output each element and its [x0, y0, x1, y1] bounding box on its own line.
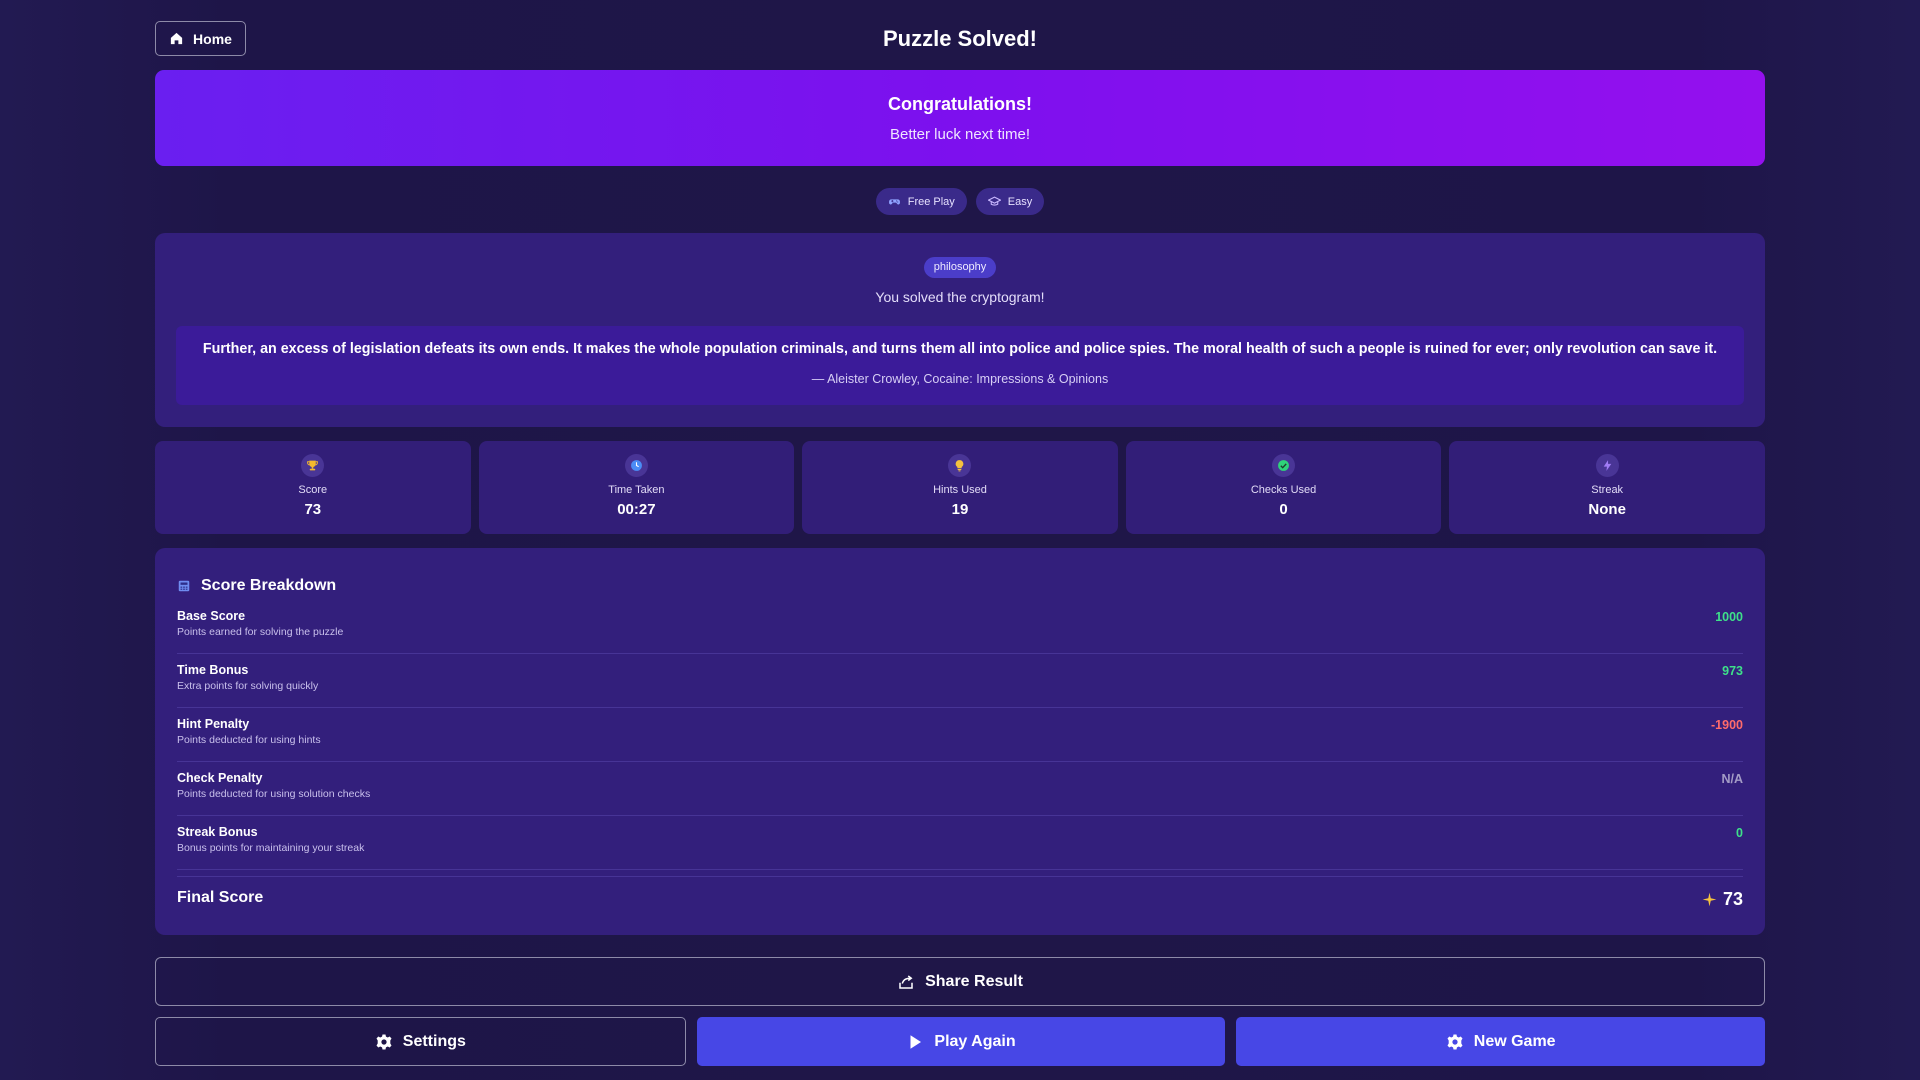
breakdown-row-amount: N/A [1721, 772, 1743, 786]
breakdown-row-amount: 0 [1736, 826, 1743, 840]
share-icon [899, 974, 913, 989]
breakdown-row-desc: Points earned for solving the puzzle [177, 626, 344, 638]
quote-box: Further, an excess of legislation defeat… [176, 326, 1744, 405]
game-chips: Free Play Easy [155, 188, 1765, 216]
breakdown-row-desc: Points deducted for using hints [177, 734, 321, 746]
breakdown-row-amount: 1000 [1715, 610, 1743, 624]
action-buttons: Settings Play Again New Game [155, 1017, 1766, 1066]
stat-streak: Streak None [1449, 441, 1765, 534]
clock-icon [630, 460, 642, 471]
breakdown-row-amount: -1900 [1711, 718, 1743, 732]
stat-checks-label: Checks Used [1250, 484, 1317, 496]
stat-time-value: 00:27 [617, 501, 656, 518]
stat-hints-label: Hints Used [933, 484, 987, 496]
gear-icon [376, 1034, 392, 1049]
banner-heading: Congratulations! [888, 94, 1032, 114]
breakdown-row-desc: Points deducted for using solution check… [177, 788, 371, 800]
share-result-label: Share Result [925, 972, 1023, 990]
play-again-label: Play Again [934, 1032, 1016, 1050]
breakdown-row-name: Check Penalty [177, 771, 263, 785]
top-bar: Home Puzzle Solved! [155, 0, 1765, 70]
gear-icon [1447, 1034, 1463, 1049]
new-game-label: New Game [1473, 1032, 1556, 1050]
breakdown-row-amount: 973 [1722, 664, 1743, 678]
quote-text: Further, an excess of legislation defeat… [202, 341, 1718, 357]
stat-checks: Checks Used 0 [1125, 441, 1442, 534]
breakdown-row-name: Streak Bonus [177, 825, 258, 839]
final-score: 73 [1702, 889, 1743, 910]
lightbulb-icon [956, 460, 964, 472]
stat-streak-value: None [1588, 501, 1626, 518]
trophy-icon [307, 460, 319, 471]
gamepad-icon [888, 199, 900, 205]
breakdown-title: Score Breakdown [201, 577, 337, 594]
breakdown-row: Hint Penalty Points deducted for using h… [177, 708, 1743, 762]
breakdown-row-name: Base Score [177, 609, 246, 623]
stat-streak-label: Streak [1591, 484, 1624, 496]
final-score-value: 73 [1722, 889, 1743, 909]
stat-hints: Hints Used 19 [802, 441, 1118, 534]
breakdown-row-name: Time Bonus [177, 663, 249, 677]
page-title: Puzzle Solved! [882, 26, 1038, 51]
lightning-icon [1603, 460, 1611, 471]
settings-button[interactable]: Settings [155, 1017, 686, 1066]
share-result-button[interactable]: Share Result [155, 957, 1765, 1006]
breakdown-row: Base Score Points earned for solving the… [177, 600, 1743, 654]
quote-card: philosophy You solved the cryptogram! Fu… [155, 233, 1765, 427]
play-again-button[interactable]: Play Again [696, 1017, 1226, 1066]
stat-time: Time Taken 00:27 [478, 441, 795, 534]
stat-score-label: Score [298, 484, 328, 496]
graduation-cap-icon [987, 196, 1001, 206]
score-breakdown: Score Breakdown Base Score Points earned… [155, 548, 1765, 935]
breakdown-row-desc: Extra points for solving quickly [177, 680, 319, 692]
stats-row: Score 73 Time Taken 00:27 Hints Used 19 … [155, 441, 1765, 534]
calculator-icon [178, 580, 190, 592]
breakdown-row: Check Penalty Points deducted for using … [177, 762, 1743, 816]
play-icon [910, 1034, 922, 1049]
new-game-button[interactable]: New Game [1236, 1017, 1766, 1066]
quote-attribution: — Aleister Crowley, Cocaine: Impressions… [811, 372, 1109, 386]
stat-score: Score 73 [155, 441, 471, 534]
banner-subtext: Better luck next time! [889, 126, 1031, 143]
breakdown-row: Time Bonus Extra points for solving quic… [177, 654, 1743, 708]
stat-hints-value: 19 [951, 501, 969, 518]
breakdown-row: Streak Bonus Bonus points for maintainin… [177, 816, 1743, 870]
solved-message: You solved the cryptogram! [875, 289, 1045, 305]
category-tag: philosophy [923, 257, 997, 278]
stat-checks-value: 0 [1279, 501, 1288, 518]
stat-time-label: Time Taken [608, 484, 665, 496]
sparkle-icon [1702, 892, 1717, 907]
difficulty-chip-label: Easy [1007, 195, 1033, 208]
mode-chip: Free Play [875, 188, 967, 215]
result-banner: Congratulations! Better luck next time! [155, 70, 1765, 166]
final-score-label: Final Score [177, 889, 264, 906]
breakdown-header: Score Breakdown [177, 548, 1743, 600]
stat-score-value: 73 [304, 501, 322, 518]
settings-label: Settings [402, 1032, 466, 1050]
results-page: Home Puzzle Solved! Congratulations! Bet… [155, 0, 1766, 1066]
difficulty-chip: Easy [975, 188, 1045, 215]
breakdown-row-name: Hint Penalty [177, 717, 250, 731]
check-circle-icon [1278, 460, 1289, 471]
final-score-row: Final Score 73 [177, 876, 1743, 909]
mode-chip-label: Free Play [907, 195, 955, 208]
breakdown-row-desc: Bonus points for maintaining your streak [177, 842, 365, 854]
